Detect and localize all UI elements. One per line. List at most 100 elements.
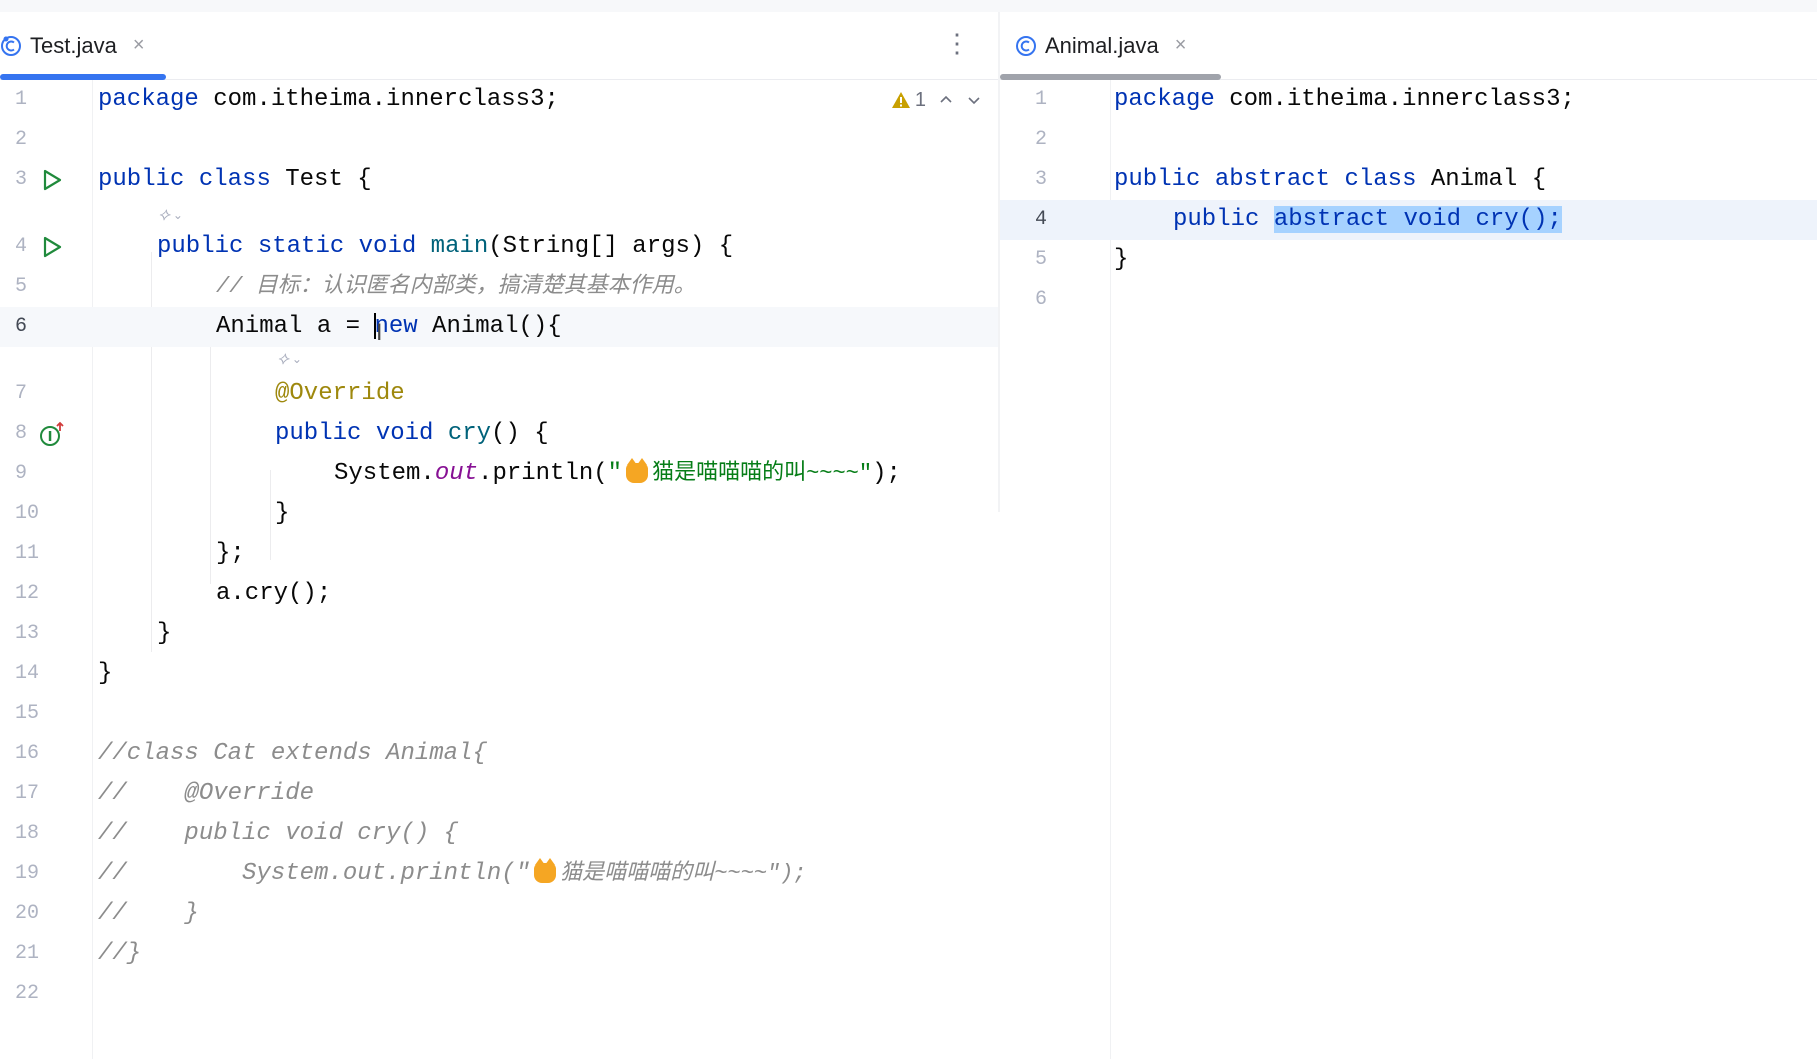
line-number: 15	[15, 702, 40, 725]
line-number: 11	[15, 542, 40, 565]
token-keyword: package	[1114, 86, 1215, 113]
comment: // }	[98, 900, 199, 927]
code-line-current[interactable]: 6 Animal a = new Animal(){ I	[0, 307, 998, 347]
code-line[interactable]: 17 // @Override	[0, 774, 998, 814]
token-keyword: public	[1114, 166, 1201, 193]
code-line[interactable]: 14 }	[0, 654, 998, 694]
animal-java-editor[interactable]: 1 package com.itheima.innerclass3; 2 3 p…	[1000, 80, 1817, 1059]
token-class: System.	[334, 460, 435, 487]
code-text: public static void main(String[] args) {	[157, 227, 733, 267]
line-number: 3	[15, 168, 28, 191]
tab-animal-java[interactable]: Animal.java ×	[1015, 12, 1186, 79]
code-line[interactable]: 20 // }	[0, 894, 998, 934]
window-top-strip	[0, 0, 1817, 12]
token-keyword: public	[275, 420, 362, 447]
java-class-icon	[1, 35, 21, 56]
tab-label: Test.java	[30, 32, 117, 58]
implements-method-icon[interactable]: I	[38, 421, 66, 449]
code-line[interactable]: 4 public static void main(String[] args)…	[0, 227, 998, 267]
line-number: 4	[15, 235, 28, 258]
tab-test-java[interactable]: Test.java ×	[0, 12, 166, 80]
token-declaration: Animal a =	[216, 313, 375, 340]
code-line[interactable]: 3 public class Test {	[0, 160, 998, 200]
token-class-name: Animal {	[1416, 166, 1547, 193]
code-line[interactable]: 7 @Override	[0, 374, 998, 414]
code-line[interactable]: 8 I public void cry() {	[0, 414, 998, 454]
line-number: 5	[1035, 248, 1048, 271]
line-number: 10	[15, 502, 40, 525]
ai-hint-icon[interactable]: ⟡ ⌄	[277, 348, 302, 369]
comment: //}	[98, 940, 142, 967]
selected-text[interactable]: abstract void cry();	[1273, 206, 1562, 233]
more-options-icon[interactable]: ⋮	[944, 30, 970, 56]
code-line[interactable]: 2	[0, 120, 998, 160]
code-line[interactable]: 21 //}	[0, 934, 998, 974]
code-text: }	[275, 500, 290, 527]
line-number: 13	[15, 622, 40, 645]
token-keyword: static	[257, 233, 345, 260]
right-tab-bar: Animal.java ×	[1000, 12, 1817, 80]
code-line[interactable]: 19 // System.out.println(" 猫是喵喵喵的叫~~~~");	[0, 854, 998, 894]
code-line[interactable]: 13 }	[0, 614, 998, 654]
token-keyword: package	[98, 86, 199, 113]
annotation: @Override	[275, 380, 405, 407]
code-text: a.cry();	[216, 580, 332, 607]
code-line[interactable]: 1 package com.itheima.innerclass3;	[0, 80, 998, 120]
code-line[interactable]: 5 // 目标：认识匿名内部类，搞清楚其基本作用。	[0, 267, 998, 307]
code-text: }	[157, 620, 172, 647]
line-number: 22	[15, 982, 40, 1005]
test-java-editor[interactable]: 1 1 package com.itheima.innerclass3; 2 3…	[0, 80, 998, 1059]
comment: // public void cry() {	[98, 820, 459, 847]
code-line[interactable]: 6	[1000, 280, 1817, 320]
token-string-quote: "	[607, 460, 623, 487]
ai-hint-icon[interactable]: ⟡ ⌄	[158, 204, 183, 225]
line-number: 2	[1035, 128, 1048, 151]
run-icon[interactable]	[40, 235, 64, 259]
line-number: 20	[15, 902, 40, 925]
left-tab-bar: Test.java × ⋮	[0, 12, 998, 80]
token-keyword: void	[358, 233, 417, 260]
cat-emoji-icon	[534, 857, 557, 883]
close-icon[interactable]: ×	[1175, 34, 1187, 57]
line-number: 6	[1035, 288, 1048, 311]
code-line[interactable]: 15	[0, 694, 998, 734]
line-number: 9	[15, 462, 28, 485]
code-line[interactable]: 18 // public void cry() {	[0, 814, 998, 854]
code-line[interactable]: 12 a.cry();	[0, 574, 998, 614]
line-number: 19	[15, 862, 40, 885]
run-icon[interactable]	[40, 168, 64, 192]
code-text: }	[98, 660, 113, 687]
code-line[interactable]: 9 System.out.println(" 猫是喵喵喵的叫~~~~");	[0, 454, 998, 494]
line-number: 18	[15, 822, 40, 845]
tab-label: Animal.java	[1045, 32, 1159, 58]
token-package: com.itheima.innerclass3;	[1214, 86, 1575, 113]
code-line-current[interactable]: 4 public abstract void cry();	[1000, 200, 1817, 240]
token-keyword: abstract	[1214, 166, 1331, 193]
token-punct: );	[872, 460, 901, 487]
code-line[interactable]: 10 }	[0, 494, 998, 534]
code-line[interactable]: 22	[0, 974, 998, 1014]
code-line[interactable]: 5 }	[1000, 240, 1817, 280]
code-line[interactable]: 1 package com.itheima.innerclass3;	[1000, 80, 1817, 120]
comment-part: 猫是喵喵喵的叫~~~~");	[560, 861, 807, 886]
code-line[interactable]: 3 public abstract class Animal {	[1000, 160, 1817, 200]
line-number: 3	[1035, 168, 1048, 191]
line-number: 8	[15, 422, 28, 445]
code-text: public abstract class Animal {	[1114, 160, 1546, 200]
close-icon[interactable]: ×	[133, 34, 145, 57]
token-keyword: void	[375, 420, 434, 447]
token-class-name: Test {	[270, 166, 372, 193]
code-line[interactable]: 2	[1000, 120, 1817, 160]
java-class-icon	[1016, 35, 1036, 56]
line-number: 16	[15, 742, 40, 765]
line-number: 1	[15, 88, 28, 111]
code-line[interactable]: 16 //class Cat extends Animal{	[0, 734, 998, 774]
code-line[interactable]: 11 };	[0, 534, 998, 574]
line-number: 4	[1035, 208, 1048, 231]
